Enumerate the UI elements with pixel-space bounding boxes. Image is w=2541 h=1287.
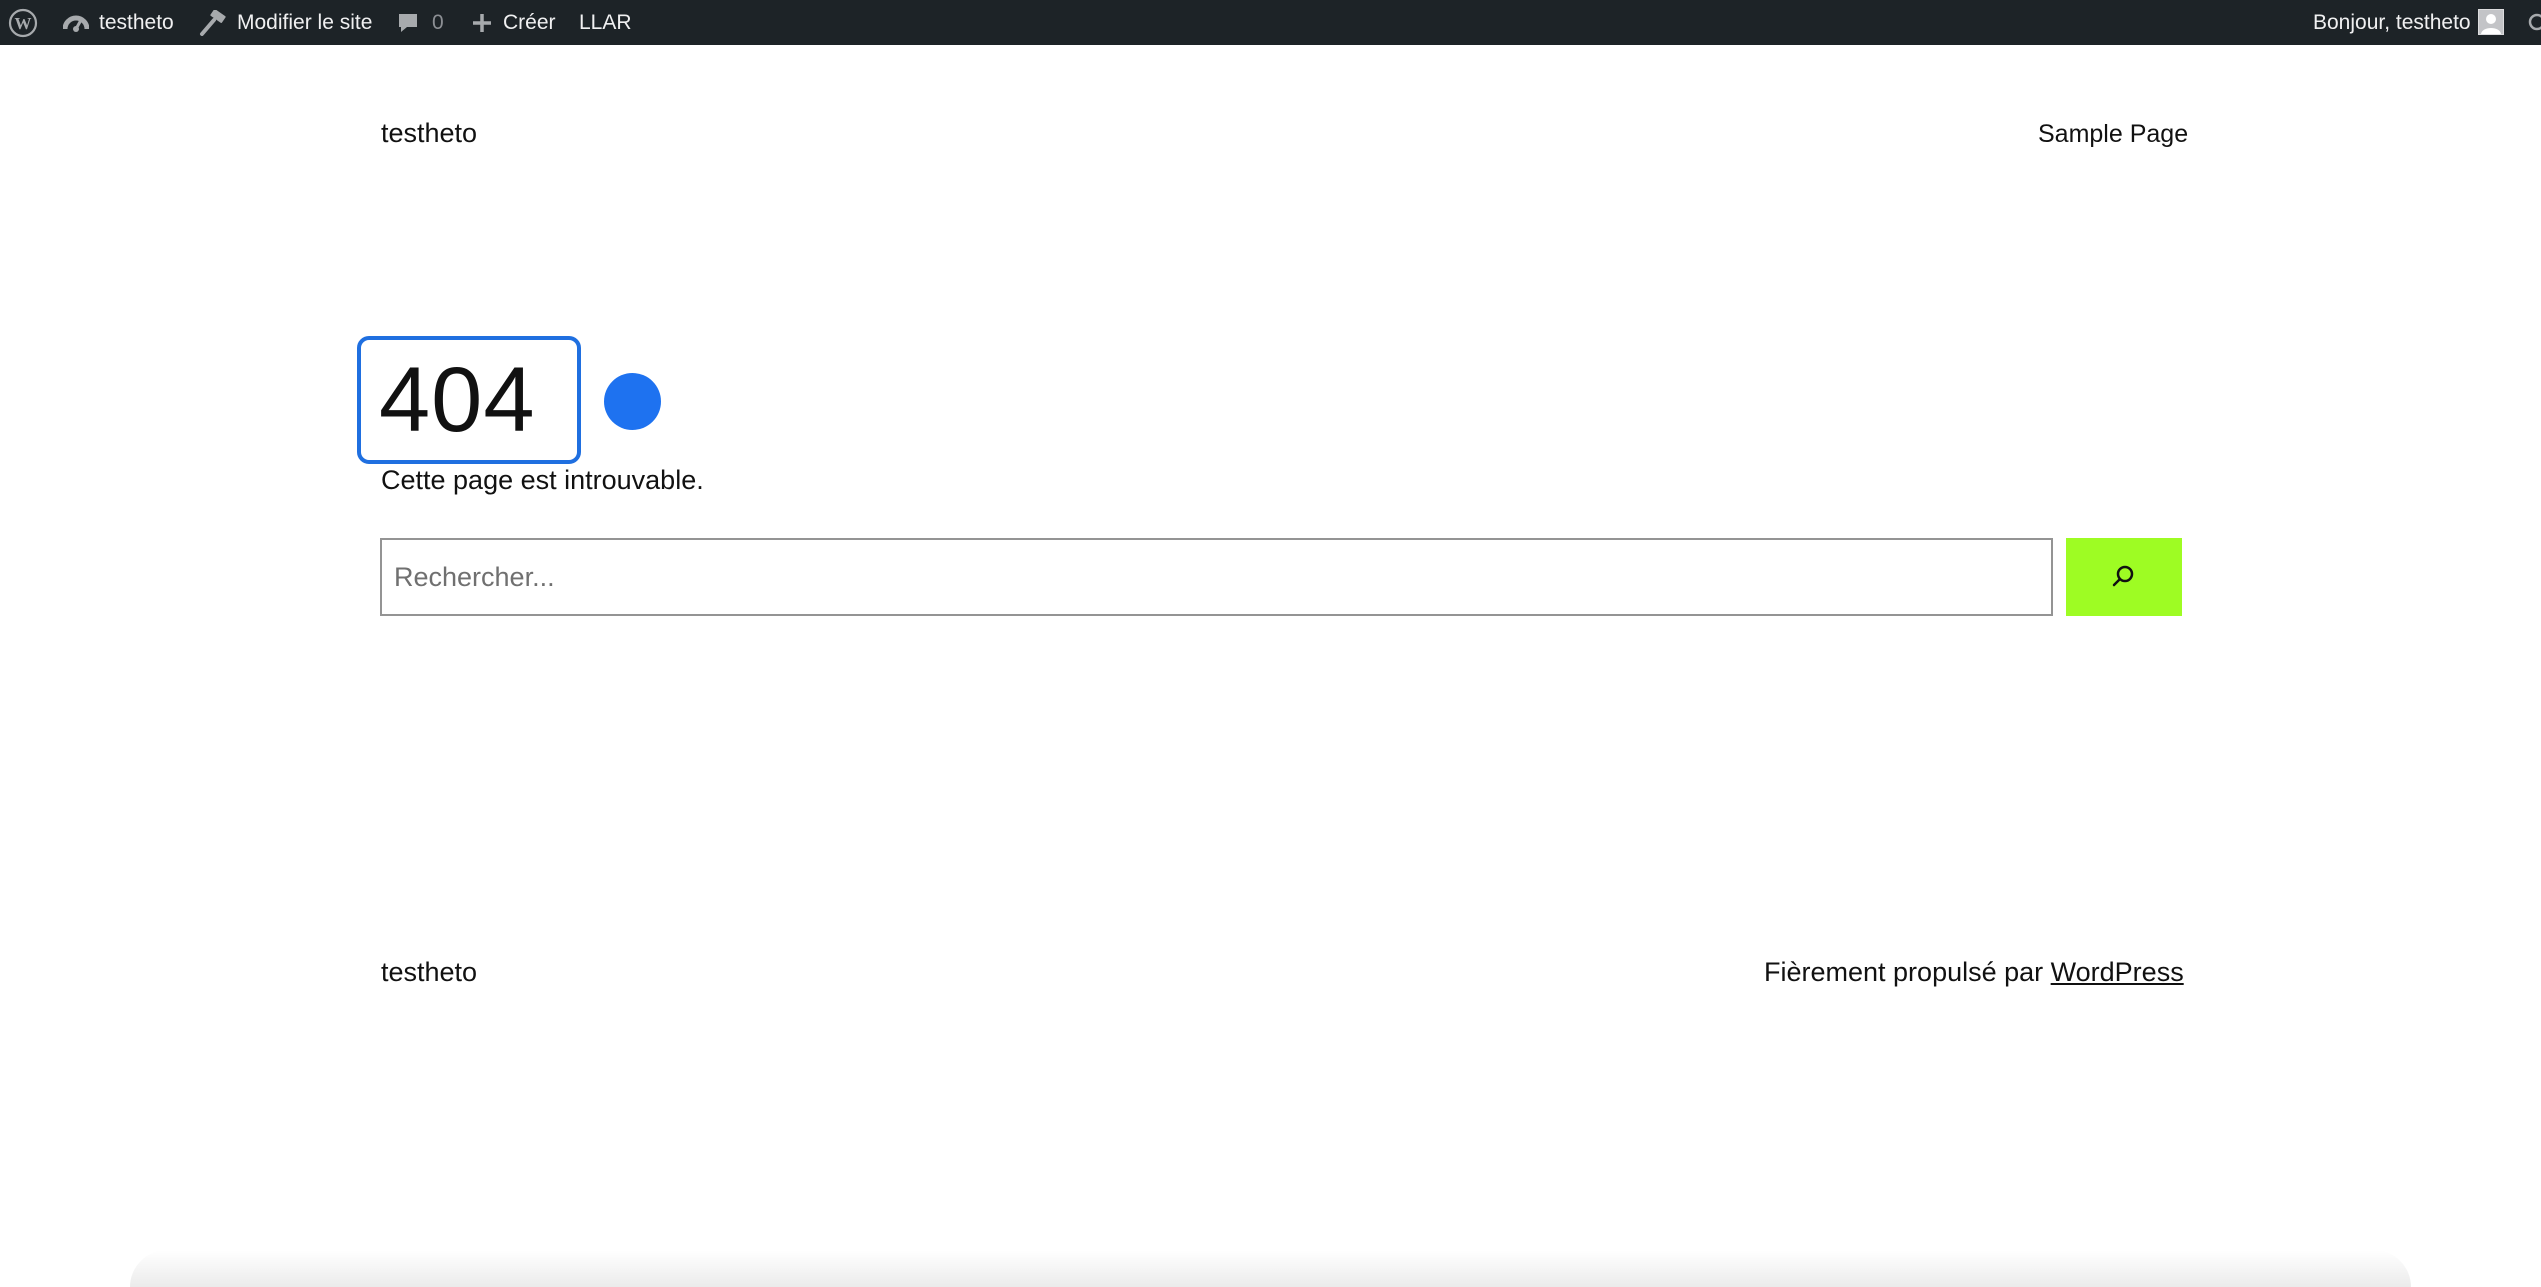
- new-content-label: Créer: [503, 10, 556, 34]
- llar-menu[interactable]: LLAR: [579, 0, 632, 45]
- new-content-menu[interactable]: Créer: [471, 0, 556, 45]
- edit-site-link[interactable]: Modifier le site: [199, 0, 372, 45]
- not-found-message: Cette page est introuvable.: [381, 465, 704, 495]
- footer-site-title[interactable]: testheto: [381, 957, 477, 988]
- comments-count: 0: [432, 10, 444, 34]
- greeting-label: Bonjour, testheto: [2313, 10, 2471, 34]
- footer-credit-text: Fièrement propulsé par: [1764, 957, 2044, 987]
- edit-site-label: Modifier le site: [237, 10, 373, 34]
- footer-credit: Fièrement propulsé par WordPress: [1764, 957, 2184, 988]
- nav-item-sample-page[interactable]: Sample Page: [2038, 120, 2188, 149]
- wordpress-logo-icon[interactable]: W: [8, 0, 38, 45]
- dashboard-icon: [63, 11, 89, 35]
- my-account-menu[interactable]: Bonjour, testheto: [2313, 0, 2471, 45]
- site-title[interactable]: testheto: [381, 118, 477, 149]
- llar-label: LLAR: [579, 10, 632, 34]
- wordpress-link[interactable]: WordPress: [2051, 957, 2184, 987]
- admin-bar: W testheto Modifier le site 0 Créer LLAR…: [0, 0, 2541, 45]
- status-indicator-dot: [604, 373, 661, 430]
- site-name-label: testheto: [99, 10, 174, 34]
- search-icon: [2111, 563, 2137, 592]
- page-title: 404: [379, 349, 536, 451]
- search-input[interactable]: [380, 538, 2053, 616]
- search-button[interactable]: [2066, 538, 2182, 616]
- svg-text:W: W: [15, 14, 32, 33]
- plus-icon: [471, 12, 493, 34]
- avatar[interactable]: [2478, 9, 2504, 35]
- site-name-menu[interactable]: testheto: [63, 0, 174, 45]
- comment-icon: [396, 11, 420, 35]
- admin-search-icon[interactable]: [2526, 0, 2541, 45]
- comments-link[interactable]: 0: [396, 0, 444, 45]
- hammer-icon: [199, 9, 227, 36]
- window-bottom-shadow: [130, 1250, 2411, 1287]
